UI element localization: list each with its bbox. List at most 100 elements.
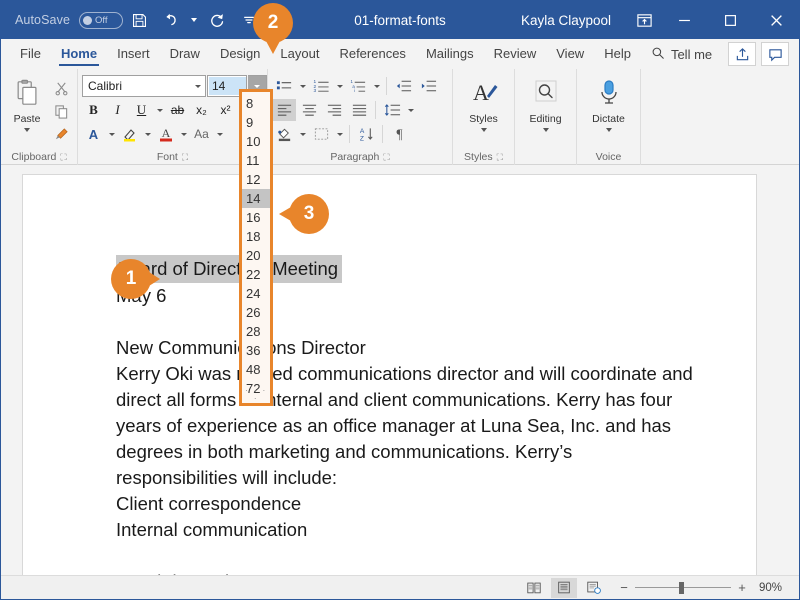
save-icon[interactable] xyxy=(125,6,154,34)
maximize-button[interactable] xyxy=(707,1,753,39)
align-right-icon[interactable] xyxy=(322,99,346,121)
numbering-chevron-down-icon[interactable] xyxy=(334,75,345,97)
undo-dropdown-icon[interactable] xyxy=(187,6,201,34)
document-text[interactable]: Board of Directors Meeting May 6 New Com… xyxy=(116,255,696,577)
tab-home[interactable]: Home xyxy=(51,39,107,69)
font-size-option-8[interactable]: 8 xyxy=(242,94,270,113)
sort-az-icon[interactable]: AZ xyxy=(354,123,378,145)
font-size-option-18[interactable]: 18 xyxy=(242,227,270,246)
share-icon[interactable] xyxy=(728,42,756,66)
zoom-slider-thumb[interactable] xyxy=(679,581,685,594)
font-size-dropdown-list[interactable]: 8 9 10 11 12 14 16 18 20 22 24 26 28 36 … xyxy=(239,89,273,406)
font-size-option-16[interactable]: 16 xyxy=(242,208,270,227)
text-effects-chevron-down-icon[interactable] xyxy=(106,123,117,145)
styles-chevron-down-icon[interactable] xyxy=(480,128,487,132)
font-size-option-12[interactable]: 12 xyxy=(242,170,270,189)
ribbon-display-options-icon[interactable] xyxy=(627,6,661,34)
document-area[interactable]: Board of Directors Meeting May 6 New Com… xyxy=(1,165,799,577)
section1-body[interactable]: Kerry Oki was named communications direc… xyxy=(116,361,696,491)
font-color-chevron-down-icon[interactable] xyxy=(178,123,189,145)
print-layout-icon[interactable] xyxy=(551,577,577,598)
styles-dialog-launcher[interactable]: ⛶ xyxy=(497,152,503,163)
clipboard-dialog-launcher[interactable]: ⛶ xyxy=(60,152,66,163)
borders-icon[interactable] xyxy=(309,123,333,145)
line-spacing-chevron-down-icon[interactable] xyxy=(405,99,416,121)
font-size-option-9[interactable]: 9 xyxy=(242,113,270,132)
font-size-option-10[interactable]: 10 xyxy=(242,132,270,151)
section1-title[interactable]: New Communications Director xyxy=(116,335,696,361)
paragraph-dialog-launcher[interactable]: ⛶ xyxy=(383,152,389,163)
dropdown-resize-grip[interactable]: · · · · xyxy=(242,386,270,403)
borders-chevron-down-icon[interactable] xyxy=(334,123,345,145)
align-center-icon[interactable] xyxy=(297,99,321,121)
zoom-slider[interactable] xyxy=(635,581,731,594)
font-dialog-launcher[interactable]: ⛶ xyxy=(182,152,188,163)
document-date[interactable]: May 6 xyxy=(116,283,696,309)
copy-icon[interactable] xyxy=(49,100,73,122)
tab-draw[interactable]: Draw xyxy=(160,39,210,69)
web-layout-icon[interactable] xyxy=(581,578,607,598)
tab-file[interactable]: File xyxy=(10,39,51,69)
underline-chevron-down-icon[interactable] xyxy=(154,99,165,121)
increase-indent-icon[interactable] xyxy=(416,75,440,97)
font-size-option-20[interactable]: 20 xyxy=(242,246,270,265)
redo-icon[interactable] xyxy=(203,6,232,34)
tab-help[interactable]: Help xyxy=(594,39,641,69)
bullet-item-1[interactable]: Client correspondence xyxy=(116,491,696,517)
multilevel-list-icon[interactable]: 1ai xyxy=(346,75,370,97)
font-size-option-22[interactable]: 22 xyxy=(242,265,270,284)
shading-chevron-down-icon[interactable] xyxy=(297,123,308,145)
multilevel-chevron-down-icon[interactable] xyxy=(371,75,382,97)
tab-review[interactable]: Review xyxy=(484,39,547,69)
italic-button[interactable]: I xyxy=(106,99,129,121)
font-size-option-48[interactable]: 48 xyxy=(242,360,270,379)
text-effects-button[interactable]: A xyxy=(82,123,105,145)
bold-button[interactable]: B xyxy=(82,99,105,121)
chevron-down-icon[interactable] xyxy=(24,128,30,132)
change-case-button[interactable]: Aa xyxy=(190,123,213,145)
font-size-option-36[interactable]: 36 xyxy=(242,341,270,360)
superscript-button[interactable]: x² xyxy=(214,99,237,121)
decrease-indent-icon[interactable] xyxy=(391,75,415,97)
zoom-out-button[interactable]: − xyxy=(619,580,629,595)
bullets-chevron-down-icon[interactable] xyxy=(297,75,308,97)
font-size-option-11[interactable]: 11 xyxy=(242,151,270,170)
font-name-combo[interactable]: Calibri xyxy=(82,75,206,97)
tab-view[interactable]: View xyxy=(546,39,594,69)
bullet-item-2[interactable]: Internal communication xyxy=(116,517,696,543)
user-account-name[interactable]: Kayla Claypool xyxy=(521,13,611,28)
shading-icon[interactable] xyxy=(272,123,296,145)
text-highlight-color-button[interactable] xyxy=(118,123,141,145)
font-color-button[interactable]: A xyxy=(154,123,177,145)
editing-chevron-down-icon[interactable] xyxy=(542,128,549,132)
minimize-button[interactable] xyxy=(661,1,707,39)
font-size-option-28[interactable]: 28 xyxy=(242,322,270,341)
underline-button[interactable]: U xyxy=(130,99,153,121)
zoom-in-button[interactable]: + xyxy=(737,580,747,595)
scissors-icon[interactable] xyxy=(49,77,73,99)
line-spacing-icon[interactable] xyxy=(380,99,404,121)
dictate-chevron-down-icon[interactable] xyxy=(605,128,612,132)
read-mode-icon[interactable] xyxy=(521,578,547,598)
pilcrow-icon[interactable]: ¶ xyxy=(387,123,411,145)
tab-insert[interactable]: Insert xyxy=(107,39,160,69)
font-size-option-26[interactable]: 26 xyxy=(242,303,270,322)
paste-button[interactable]: Paste xyxy=(5,75,49,132)
close-button[interactable] xyxy=(753,1,799,39)
align-left-icon[interactable] xyxy=(272,99,296,121)
dictate-button[interactable]: Dictate xyxy=(585,75,633,132)
comment-icon[interactable] xyxy=(761,42,789,66)
document-page[interactable]: Board of Directors Meeting May 6 New Com… xyxy=(22,174,757,577)
change-case-chevron-down-icon[interactable] xyxy=(214,123,225,145)
tab-mailings[interactable]: Mailings xyxy=(416,39,484,69)
zoom-percentage-label[interactable]: 90% xyxy=(759,582,789,594)
undo-icon[interactable] xyxy=(156,6,185,34)
tell-me-search[interactable]: Tell me xyxy=(641,46,722,63)
format-painter-icon[interactable] xyxy=(49,123,73,145)
tab-design[interactable]: Design xyxy=(210,39,270,69)
highlight-chevron-down-icon[interactable] xyxy=(142,123,153,145)
numbered-list-icon[interactable]: 123 xyxy=(309,75,333,97)
editing-button[interactable]: Editing xyxy=(522,75,570,132)
tab-references[interactable]: References xyxy=(329,39,415,69)
bullet-list-icon[interactable] xyxy=(272,75,296,97)
